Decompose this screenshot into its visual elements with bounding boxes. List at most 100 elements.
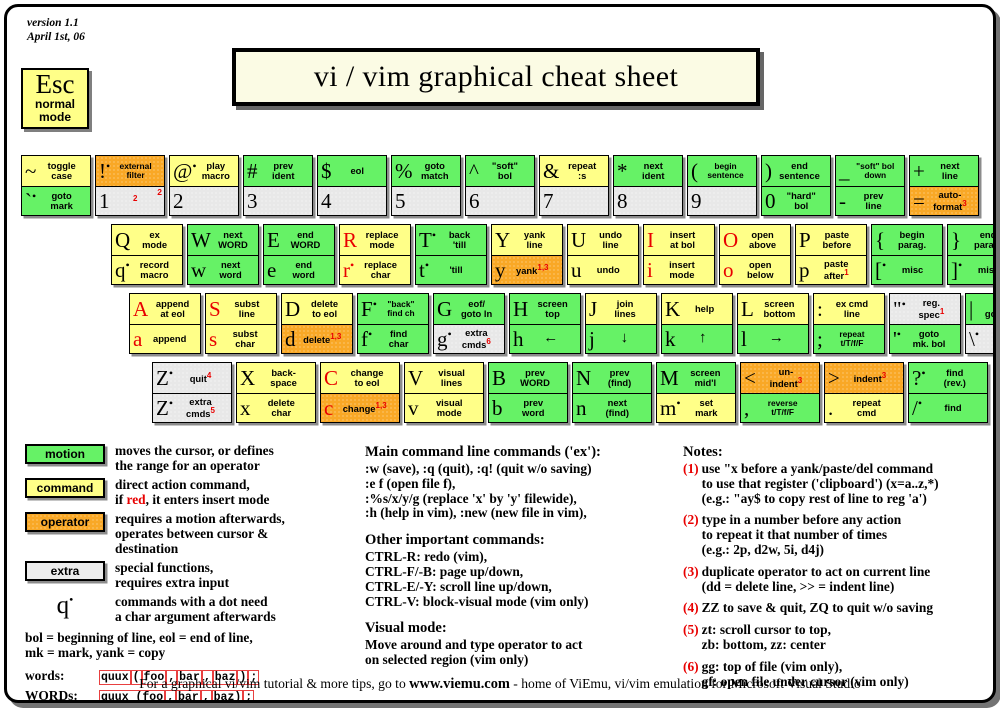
key-half-top[interactable]: @• play macro [170,156,238,186]
key-half-bottom[interactable]: '• goto mk. bol [890,323,960,353]
key-half-bottom[interactable]: 6 [466,185,534,215]
keyboard-key[interactable]: + next line = auto- format3 [909,155,979,216]
key-half-top[interactable]: + next line [910,156,978,186]
key-half-bottom[interactable]: v visual mode [405,392,483,422]
key-half-top[interactable]: F• "back" find ch [358,294,428,324]
key-half-top[interactable]: Geof/ goto ln [434,294,504,324]
key-half-top[interactable]: < un- indent3 [741,363,819,393]
key-half-top[interactable]: Lscreen bottom [738,294,808,324]
key-half-bottom[interactable]: d delete1,3 [282,323,352,353]
keyboard-key[interactable]: Iinsert at bol i insert mode [643,224,715,285]
keyboard-key[interactable]: Z• quit4 Z• extra cmds5 [152,362,232,423]
key-half-bottom[interactable]: l → [738,323,808,353]
key-half-bottom[interactable]: , reverse t/T/f/F [741,392,819,422]
key-half-bottom[interactable]: y yank1,3 [492,254,562,284]
keyboard-key[interactable]: Lscreen bottom l → [737,293,809,354]
key-half-top[interactable]: Eend WORD [264,225,334,255]
keyboard-key[interactable]: Ddelete to eol d delete1,3 [281,293,353,354]
key-half-top[interactable]: Oopen above [720,225,790,255]
key-half-bottom[interactable]: c change1,3 [321,392,399,422]
key-half-bottom[interactable]: t• 'till [416,254,486,284]
keyboard-key[interactable]: Qex mode q• record macro [111,224,183,285]
key-half-bottom[interactable]: w next word [188,254,258,284]
key-half-top[interactable]: Aappend at eol [130,294,200,324]
key-half-top[interactable]: Xback- space [237,363,315,393]
key-half-top[interactable]: Yyank line [492,225,562,255]
key-half-bottom[interactable]: \•not used! [966,323,993,353]
key-half-bottom[interactable]: h ← [510,323,580,353]
key-half-bottom[interactable]: 2 [170,185,238,215]
key-half-bottom[interactable]: p paste after1 [796,254,866,284]
keyboard-key[interactable]: F• "back" find ch f• find char [357,293,429,354]
key-half-top[interactable]: Rreplace mode [340,225,410,255]
key-half-bottom[interactable]: i insert mode [644,254,714,284]
key-half-top[interactable]: * next ident [614,156,682,186]
key-half-top[interactable]: !• external filter [96,156,164,186]
keyboard-key[interactable]: Geof/ goto ln g• extra cmds6 [433,293,505,354]
keyboard-key[interactable]: Jjoin lines j ↓ [585,293,657,354]
key-half-top[interactable]: Vvisual lines [405,363,483,393]
keyboard-key[interactable]: Ssubst line s subst char [205,293,277,354]
keyboard-key[interactable]: > indent3 . repeat cmd [824,362,904,423]
key-half-top[interactable]: {begin parag. [872,225,942,255]
key-half-top[interactable]: & repeat :s [540,156,608,186]
keyboard-key[interactable]: ) end sentence 0 "hard" bol [761,155,831,216]
keyboard-key[interactable]: {begin parag. [• misc [871,224,943,285]
key-half-bottom[interactable]: [• misc [872,254,942,284]
key-half-bottom[interactable]: `• goto mark [22,185,90,215]
key-half-bottom[interactable]: Z• extra cmds5 [153,392,231,422]
keyboard-key[interactable]: Rreplace mode r• replace char [339,224,411,285]
keyboard-key[interactable]: } end parag.]• misc [947,224,993,285]
key-half-bottom[interactable]: a append [130,323,200,353]
key-half-top[interactable]: % goto match [392,156,460,186]
key-half-top[interactable]: Ssubst line [206,294,276,324]
key-half-top[interactable]: ~ toggle case [22,156,90,186]
key-half-bottom[interactable]: g• extra cmds6 [434,323,504,353]
key-half-top[interactable]: Mscreen mid'l [657,363,735,393]
key-half-bottom[interactable]: ]• misc [948,254,993,284]
keyboard-key[interactable]: ~ toggle case `• goto mark [21,155,91,216]
key-half-top[interactable]: Uundo line [568,225,638,255]
keyboard-key[interactable]: ^ "soft" bol 6 [465,155,535,216]
keyboard-key[interactable]: Oopen above o open below [719,224,791,285]
keyboard-key[interactable]: Mscreen mid'l m• set mark [656,362,736,423]
key-half-top[interactable]: Ddelete to eol [282,294,352,324]
key-half-top[interactable]: Wnext WORD [188,225,258,255]
key-half-top[interactable]: T• back 'till [416,225,486,255]
keyboard-key[interactable]: Khelp k ↑ [661,293,733,354]
key-half-bottom[interactable]: - prev line [836,185,904,215]
key-half-top[interactable]: Nprev (find) [573,363,651,393]
key-half-bottom[interactable]: j ↓ [586,323,656,353]
keyboard-key[interactable]: Cchange to eol c change1,3 [320,362,400,423]
keyboard-key[interactable]: Wnext WORD w next word [187,224,259,285]
key-half-bottom[interactable]: b prev word [489,392,567,422]
keyboard-key[interactable]: T• back 'till t• 'till [415,224,487,285]
key-half-bottom[interactable]: q• record macro [112,254,182,284]
key-half-top[interactable]: ^ "soft" bol [466,156,534,186]
footer-link[interactable]: www.viemu.com [409,676,510,692]
key-half-bottom[interactable]: 9 [688,185,756,215]
key-half-top[interactable]: Ppaste before [796,225,866,255]
keyboard-key[interactable]: !• external filter 1 2 2 [95,155,165,216]
key-half-bottom[interactable]: x delete char [237,392,315,422]
keyboard-key[interactable]: Uundo line u undo [567,224,639,285]
keyboard-key[interactable]: Xback- space x delete char [236,362,316,423]
key-half-top[interactable]: ) end sentence [762,156,830,186]
key-half-bottom[interactable]: 7 [540,185,608,215]
keyboard-key[interactable]: Bprev WORD b prev word [488,362,568,423]
key-esc[interactable]: Esc normal mode [21,68,89,129]
key-half-bottom[interactable]: 4 [318,185,386,215]
keyboard-key[interactable]: Nprev (find) n next (find) [572,362,652,423]
key-half-top[interactable]: # prev ident [244,156,312,186]
keyboard-key[interactable]: Yyank line y yank1,3 [491,224,563,285]
key-half-bottom[interactable]: 5 [392,185,460,215]
key-half-top[interactable]: > indent3 [825,363,903,393]
key-half-bottom[interactable]: 0 "hard" bol [762,185,830,215]
keyboard-key[interactable]: < un- indent3, reverse t/T/f/F [740,362,820,423]
key-half-bottom[interactable]: /• find [909,392,987,422]
keyboard-key[interactable]: # prev ident 3 [243,155,313,216]
keyboard-key[interactable]: _ "soft" bol down - prev line [835,155,905,216]
key-half-top[interactable]: Cchange to eol [321,363,399,393]
key-half-bottom[interactable]: f• find char [358,323,428,353]
key-half-top[interactable]: Jjoin lines [586,294,656,324]
